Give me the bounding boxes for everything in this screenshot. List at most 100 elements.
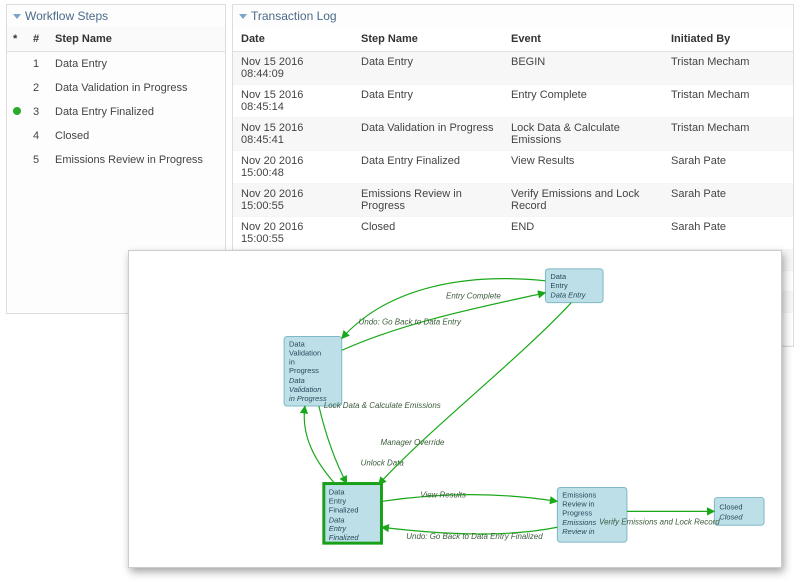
tlog-date: Nov 20 2016 15:00:48 [233, 151, 353, 184]
svg-text:Data: Data [550, 272, 567, 281]
step-name: Emissions Review in Progress [49, 148, 225, 172]
transaction-log-title: Transaction Log [251, 9, 337, 23]
workflow-diagram-svg: Data Entry Data Entry Data Validation in… [129, 251, 781, 567]
svg-text:Data: Data [289, 339, 306, 348]
transaction-log-row[interactable]: Nov 20 2016 15:00:55ClosedENDSarah Pate [233, 217, 793, 250]
workflow-step-row[interactable]: 4Closed [7, 124, 225, 148]
tlog-by: Tristan Mecham [663, 118, 793, 151]
step-current-marker [7, 52, 27, 77]
step-name: Data Validation in Progress [49, 76, 225, 100]
tlog-by: Tristan Mecham [663, 85, 793, 118]
step-current-marker [7, 148, 27, 172]
tlog-event: BEGIN [503, 52, 663, 85]
svg-text:Unlock Data: Unlock Data [361, 459, 405, 468]
step-name: Closed [49, 124, 225, 148]
step-number: 3 [27, 100, 49, 124]
svg-text:Finalized: Finalized [329, 533, 360, 542]
workflow-steps-title: Workflow Steps [25, 9, 108, 23]
workflow-steps-table: * # Step Name 1Data Entry2Data Validatio… [7, 27, 225, 172]
tlog-date: Nov 15 2016 08:45:41 [233, 118, 353, 151]
tlog-by: Tristan Mecham [663, 52, 793, 85]
workflow-step-row[interactable]: 5Emissions Review in Progress [7, 148, 225, 172]
tlog-step: Data Validation in Progress [353, 118, 503, 151]
col-by[interactable]: Initiated By [663, 27, 793, 52]
svg-text:Data: Data [329, 515, 345, 524]
svg-text:Progress: Progress [562, 508, 592, 517]
workflow-steps-header[interactable]: Workflow Steps [7, 5, 225, 27]
svg-text:Verify Emissions and Lock Reco: Verify Emissions and Lock Record [599, 517, 720, 526]
edge-lock-calc [319, 406, 347, 484]
col-date[interactable]: Date [233, 27, 353, 52]
transaction-log-row[interactable]: Nov 15 2016 08:45:41Data Validation in P… [233, 118, 793, 151]
transaction-log-row[interactable]: Nov 15 2016 08:45:14Data EntryEntry Comp… [233, 85, 793, 118]
svg-text:View Results: View Results [420, 490, 466, 499]
node-closed[interactable]: Closed Closed [714, 497, 764, 525]
svg-text:Emissions: Emissions [562, 490, 596, 499]
svg-text:Manager Override: Manager Override [380, 438, 445, 447]
tlog-date: Nov 20 2016 15:00:55 [233, 217, 353, 250]
col-step-name[interactable]: Step Name [49, 27, 225, 52]
step-name: Data Entry [49, 52, 225, 77]
workflow-step-row[interactable]: 2Data Validation in Progress [7, 76, 225, 100]
tlog-date: Nov 15 2016 08:44:09 [233, 52, 353, 85]
tlog-step: Data Entry Finalized [353, 151, 503, 184]
node-data-entry-finalized[interactable]: Data Entry Finalized Data Entry Finalize… [324, 484, 382, 544]
step-current-marker [7, 76, 27, 100]
col-step[interactable]: Step Name [353, 27, 503, 52]
transaction-log-row[interactable]: Nov 20 2016 15:00:55Emissions Review in … [233, 184, 793, 217]
svg-text:in: in [289, 357, 295, 366]
workflow-step-row[interactable]: 1Data Entry [7, 52, 225, 77]
svg-text:Finalized: Finalized [329, 505, 359, 514]
workflow-step-row[interactable]: 3Data Entry Finalized [7, 100, 225, 124]
workflow-diagram: Data Entry Data Entry Data Validation in… [128, 250, 782, 568]
node-data-validation[interactable]: Data Validation in Progress Data Validat… [284, 336, 342, 406]
tlog-date: Nov 20 2016 15:00:55 [233, 184, 353, 217]
tlog-event: Lock Data & Calculate Emissions [503, 118, 663, 151]
transaction-log-header[interactable]: Transaction Log [233, 5, 793, 27]
tlog-by: Sarah Pate [663, 151, 793, 184]
step-current-marker [7, 124, 27, 148]
svg-text:Closed: Closed [719, 502, 742, 511]
tlog-step: Data Entry [353, 85, 503, 118]
tlog-by: Sarah Pate [663, 184, 793, 217]
tlog-event: END [503, 217, 663, 250]
current-step-icon [13, 107, 21, 115]
node-data-entry[interactable]: Data Entry Data Entry [545, 269, 603, 303]
tlog-step: Closed [353, 217, 503, 250]
tlog-by: Sarah Pate [663, 217, 793, 250]
svg-text:in Progress: in Progress [289, 394, 327, 403]
step-number: 5 [27, 148, 49, 172]
svg-text:Entry: Entry [329, 496, 347, 505]
col-num[interactable]: # [27, 27, 49, 52]
svg-text:Entry: Entry [550, 281, 568, 290]
svg-text:Data Entry: Data Entry [550, 291, 586, 300]
step-number: 2 [27, 76, 49, 100]
chevron-down-icon [13, 14, 21, 19]
step-number: 4 [27, 124, 49, 148]
svg-text:Undo: Go Back to Data Entry: Undo: Go Back to Data Entry [359, 318, 462, 327]
col-marker[interactable]: * [7, 27, 27, 52]
tlog-step: Emissions Review in Progress [353, 184, 503, 217]
step-number: 1 [27, 52, 49, 77]
node-emissions-review[interactable]: Emissions Review in Progress Emissions R… [557, 488, 627, 543]
edge-manager-override [378, 303, 571, 485]
svg-text:Data: Data [289, 376, 305, 385]
col-event[interactable]: Event [503, 27, 663, 52]
svg-text:Review in: Review in [562, 499, 594, 508]
step-name: Data Entry Finalized [49, 100, 225, 124]
svg-text:Progress: Progress [289, 366, 319, 375]
svg-text:Entry: Entry [329, 524, 348, 533]
svg-text:Entry Complete: Entry Complete [446, 292, 501, 301]
svg-text:Review in: Review in [562, 527, 594, 536]
svg-text:Data: Data [329, 487, 346, 496]
edge-view-results [381, 495, 557, 502]
tlog-event: Entry Complete [503, 85, 663, 118]
svg-text:Emissions: Emissions [562, 518, 596, 527]
svg-text:Lock Data & Calculate Emission: Lock Data & Calculate Emissions [324, 401, 441, 410]
step-current-marker [7, 100, 27, 124]
transaction-log-row[interactable]: Nov 15 2016 08:44:09Data EntryBEGINTrist… [233, 52, 793, 85]
tlog-event: View Results [503, 151, 663, 184]
transaction-log-row[interactable]: Nov 20 2016 15:00:48Data Entry Finalized… [233, 151, 793, 184]
tlog-date: Nov 15 2016 08:45:14 [233, 85, 353, 118]
svg-text:Undo: Go Back to Data Entry Fi: Undo: Go Back to Data Entry Finalized [406, 532, 543, 541]
